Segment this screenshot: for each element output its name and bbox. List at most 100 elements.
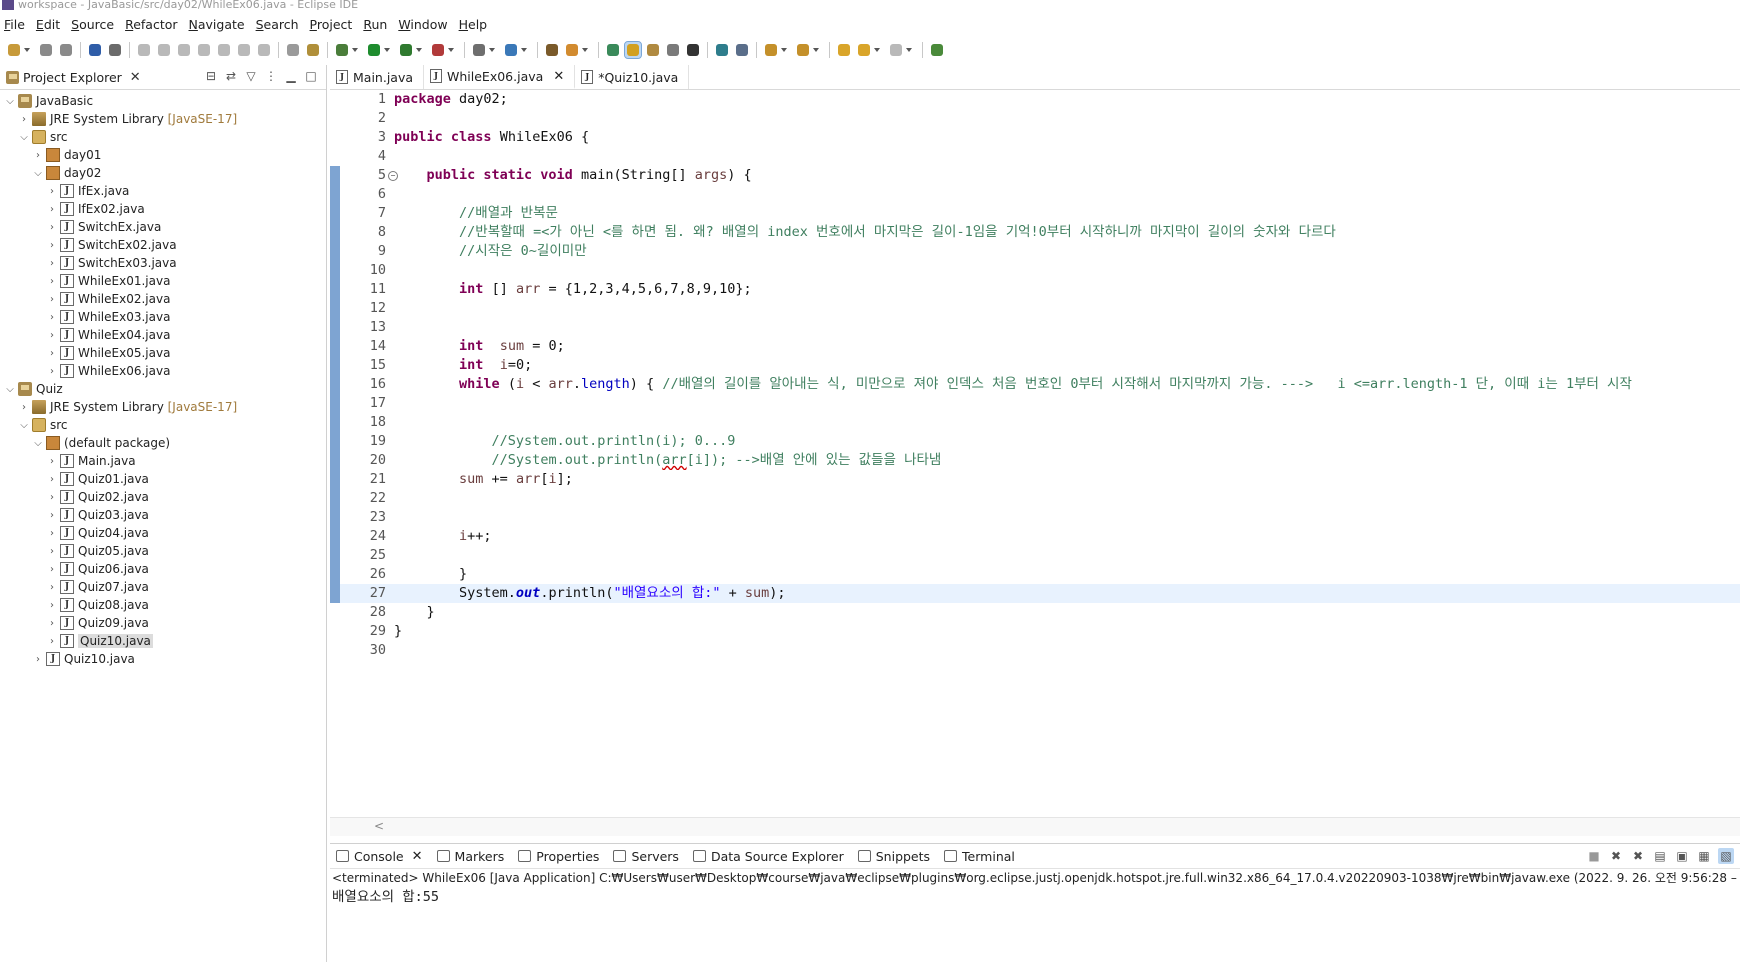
remove-launch-icon[interactable]: ✖	[1608, 848, 1624, 864]
chevron-right-icon[interactable]: ›	[46, 258, 58, 269]
chevron-right-icon[interactable]: ›	[46, 582, 58, 593]
terminate-icon[interactable]	[176, 42, 192, 58]
chevron-right-icon[interactable]: ›	[46, 186, 58, 197]
tree-item[interactable]: › day01	[0, 146, 326, 164]
terminate-icon[interactable]: ■	[1586, 848, 1602, 864]
tree-item[interactable]: › J Quiz10.java	[0, 632, 326, 650]
chevron-right-icon[interactable]: ›	[46, 294, 58, 305]
tree-item[interactable]: › J Quiz06.java	[0, 560, 326, 578]
chevron-down-icon[interactable]: ⌵	[4, 384, 16, 395]
save-icon[interactable]	[38, 42, 54, 58]
pin-editor-icon[interactable]	[929, 42, 945, 58]
disconnect-icon[interactable]	[196, 42, 212, 58]
bottom-tab[interactable]: Properties	[512, 849, 607, 864]
chevron-right-icon[interactable]: ›	[32, 150, 44, 161]
back-icon[interactable]	[856, 42, 872, 58]
close-icon[interactable]: ✕	[130, 70, 141, 85]
close-icon[interactable]: ✕	[553, 69, 564, 84]
step-into-icon[interactable]	[216, 42, 232, 58]
chevron-right-icon[interactable]: ›	[46, 474, 58, 485]
chevron-down-icon[interactable]: ⌵	[32, 438, 44, 449]
chevron-right-icon[interactable]: ›	[46, 636, 58, 647]
suspend-icon[interactable]	[156, 42, 172, 58]
tree-item[interactable]: › J WhileEx03.java	[0, 308, 326, 326]
tree-item[interactable]: › J SwitchEx.java	[0, 218, 326, 236]
scroll-left-arrow[interactable]: <	[374, 819, 384, 833]
chevron-right-icon[interactable]: ›	[46, 330, 58, 341]
launch-icon[interactable]	[734, 42, 750, 58]
minimize-icon[interactable]: ▁	[284, 69, 298, 83]
horizontal-scrollbar[interactable]: <	[330, 817, 1740, 836]
chevron-down-icon[interactable]: ⌵	[32, 168, 44, 179]
view-menu-icon[interactable]: ⋮	[264, 69, 278, 83]
menu-navigate[interactable]: Navigate	[185, 17, 252, 32]
dropdown-caret-icon[interactable]	[448, 48, 454, 52]
dropdown-caret-icon[interactable]	[582, 48, 588, 52]
prev-annotation-icon[interactable]	[795, 42, 811, 58]
chevron-right-icon[interactable]: ›	[46, 222, 58, 233]
chevron-right-icon[interactable]: ›	[46, 528, 58, 539]
chevron-right-icon[interactable]: ›	[46, 240, 58, 251]
tree-item[interactable]: › J WhileEx06.java	[0, 362, 326, 380]
tree-item[interactable]: ⌵ src	[0, 416, 326, 434]
last-edit-icon[interactable]	[836, 42, 852, 58]
maximize-icon[interactable]: □	[304, 69, 318, 83]
chevron-right-icon[interactable]: ›	[46, 564, 58, 575]
chevron-right-icon[interactable]: ›	[18, 402, 30, 413]
skip-breakpoints-icon[interactable]	[107, 42, 123, 58]
dropdown-caret-icon[interactable]	[416, 48, 422, 52]
new-class-icon[interactable]	[503, 42, 519, 58]
editor-tab[interactable]: J *Quiz10.java	[575, 65, 690, 89]
tree-item[interactable]: ⌵ JavaBasic	[0, 92, 326, 110]
bottom-tab[interactable]: Data Source Explorer	[687, 849, 852, 864]
next-annotation-icon[interactable]	[763, 42, 779, 58]
bottom-tab[interactable]: Terminal	[938, 849, 1023, 864]
tree-item[interactable]: › J SwitchEx03.java	[0, 254, 326, 272]
tree-item[interactable]: › J Quiz01.java	[0, 470, 326, 488]
tree-item[interactable]: › J Quiz09.java	[0, 614, 326, 632]
chevron-right-icon[interactable]: ›	[46, 546, 58, 557]
bottom-tab[interactable]: Console ✕	[330, 849, 431, 864]
menu-help[interactable]: Help	[455, 17, 495, 32]
chevron-right-icon[interactable]: ›	[46, 276, 58, 287]
editor-tab[interactable]: J WhileEx06.java ✕	[424, 65, 576, 89]
chevron-down-icon[interactable]: ⌵	[18, 420, 30, 431]
menu-window[interactable]: Window	[394, 17, 454, 32]
tree-item[interactable]: › J Quiz07.java	[0, 578, 326, 596]
tree-item[interactable]: › J WhileEx04.java	[0, 326, 326, 344]
new-icon[interactable]	[6, 42, 22, 58]
dropdown-caret-icon[interactable]	[906, 48, 912, 52]
tree-item[interactable]: › J Main.java	[0, 452, 326, 470]
menu-search[interactable]: Search	[252, 17, 306, 32]
word-wrap-icon[interactable]	[665, 42, 681, 58]
tree-item[interactable]: › J WhileEx01.java	[0, 272, 326, 290]
open-console-icon[interactable]: ▧	[1718, 848, 1734, 864]
new-java-project-icon[interactable]	[471, 42, 487, 58]
resume-icon[interactable]	[136, 42, 152, 58]
dropdown-caret-icon[interactable]	[352, 48, 358, 52]
tree-item[interactable]: › J Quiz08.java	[0, 596, 326, 614]
tree-item[interactable]: › J Quiz02.java	[0, 488, 326, 506]
bottom-tab[interactable]: Servers	[607, 849, 687, 864]
chevron-down-icon[interactable]: ⌵	[4, 96, 16, 107]
chevron-right-icon[interactable]: ›	[46, 510, 58, 521]
dropdown-caret-icon[interactable]	[781, 48, 787, 52]
dropdown-caret-icon[interactable]	[384, 48, 390, 52]
toggle-breadcrumb-icon[interactable]	[605, 42, 621, 58]
menu-edit[interactable]: Edit	[32, 17, 67, 32]
tree-item[interactable]: › J Quiz04.java	[0, 524, 326, 542]
terminal-icon[interactable]	[87, 42, 103, 58]
fold-toggle-icon[interactable]: −	[388, 171, 398, 181]
dropdown-caret-icon[interactable]	[874, 48, 880, 52]
external-tools-icon[interactable]	[430, 42, 446, 58]
tree-item[interactable]: › JRE System Library [JavaSE-17]	[0, 398, 326, 416]
tree-item[interactable]: ⌵ Quiz	[0, 380, 326, 398]
menu-source[interactable]: Source	[67, 17, 121, 32]
tree-item[interactable]: › J SwitchEx02.java	[0, 236, 326, 254]
toggle-block-selection-icon[interactable]	[645, 42, 661, 58]
remove-all-terminated-icon[interactable]: ✖	[1630, 848, 1646, 864]
dropdown-caret-icon[interactable]	[24, 48, 30, 52]
chevron-right-icon[interactable]: ›	[46, 204, 58, 215]
save-all-icon[interactable]	[58, 42, 74, 58]
tree-item[interactable]: ⌵ (default package)	[0, 434, 326, 452]
